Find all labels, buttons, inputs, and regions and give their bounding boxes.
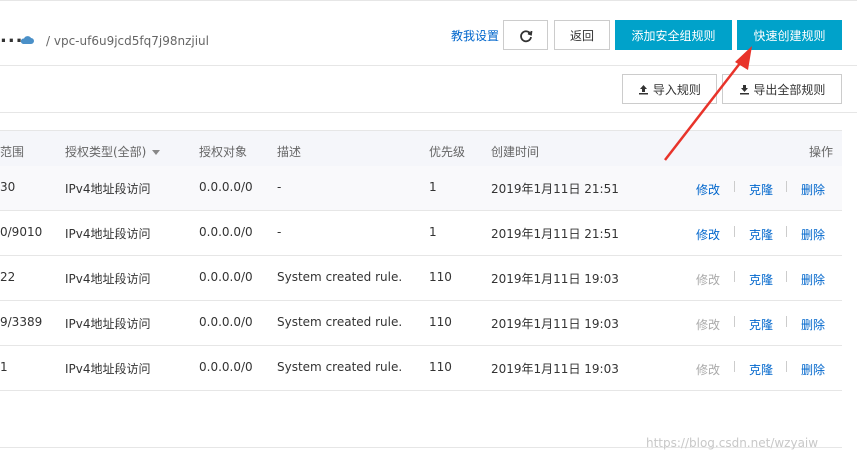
watermark-text: https://blog.csdn.net/wzyaiw (646, 436, 819, 450)
annotation-arrow (664, 46, 752, 161)
